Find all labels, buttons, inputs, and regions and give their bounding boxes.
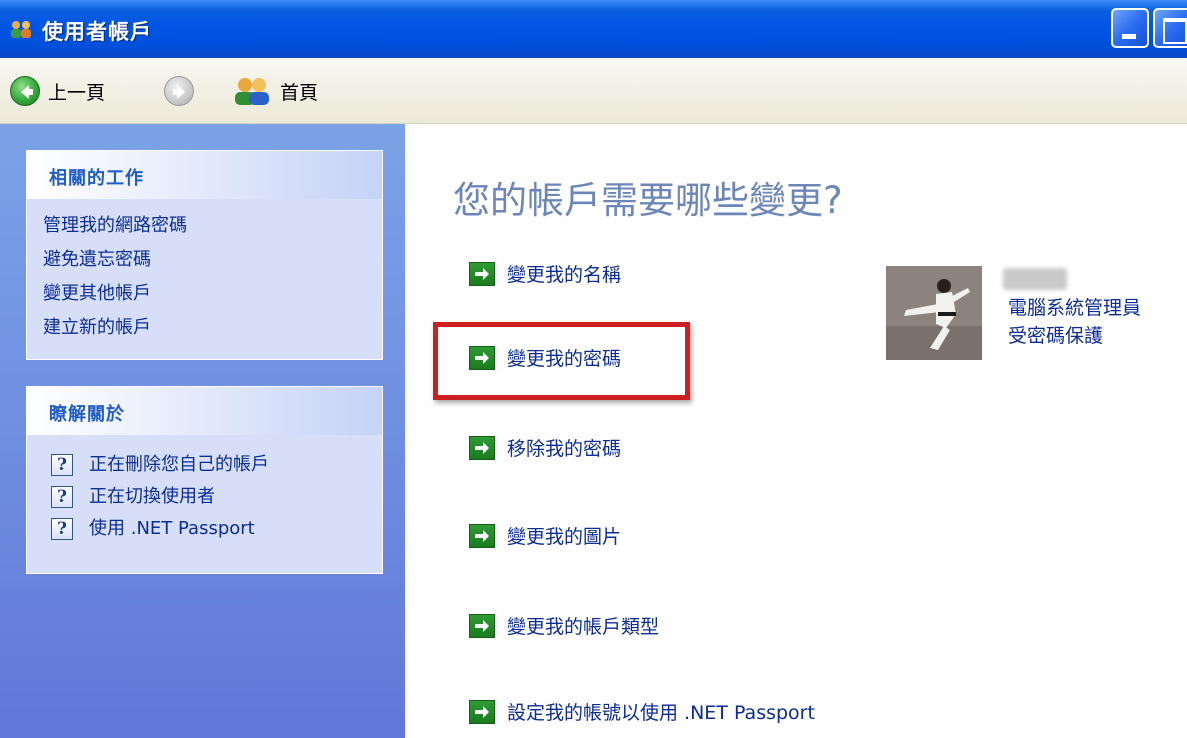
action-label: 移除我的密碼 — [507, 438, 622, 460]
task-pane: 相關的工作 管理我的網路密碼 避免遺忘密碼 變更其他帳戶 建立新的帳戶 瞭解關於… — [0, 124, 405, 738]
title-bar: 使用者帳戶 — [0, 0, 1187, 58]
task-manage-network-passwords[interactable]: 管理我的網路密碼 — [43, 209, 382, 243]
learn-switching-users[interactable]: ? 正在切換使用者 — [43, 481, 382, 513]
green-arrow-icon — [469, 613, 495, 638]
toolbar: 上一頁 首頁 — [0, 58, 1187, 124]
forward-arrow-icon — [164, 76, 194, 106]
account-name-redacted — [1003, 268, 1067, 290]
help-icon: ? — [51, 518, 73, 540]
account-role: 電腦系統管理員 — [1008, 297, 1142, 319]
maximize-button[interactable] — [1153, 8, 1187, 48]
action-change-picture[interactable]: 變更我的圖片 — [469, 522, 621, 549]
green-arrow-icon — [469, 261, 495, 286]
help-icon: ? — [51, 454, 73, 476]
learn-about-title: 瞭解關於 — [27, 387, 382, 435]
task-prevent-forgotten-password[interactable]: 避免遺忘密碼 — [43, 243, 382, 277]
action-setup-net-passport[interactable]: 設定我的帳號以使用 .NET Passport — [469, 698, 815, 725]
green-arrow-icon — [469, 435, 495, 460]
action-label: 設定我的帳號以使用 .NET Passport — [507, 702, 815, 724]
page-title: 您的帳戶需要哪些變更? — [453, 179, 843, 222]
users-home-icon — [235, 78, 269, 105]
forward-button[interactable] — [164, 76, 194, 106]
back-arrow-icon — [10, 76, 40, 106]
karate-picture-icon — [886, 266, 982, 360]
action-change-name[interactable]: 變更我的名稱 — [469, 260, 621, 287]
green-arrow-icon — [469, 699, 495, 724]
account-status: 受密碼保護 — [1008, 325, 1104, 347]
minimize-button[interactable] — [1111, 8, 1149, 48]
green-arrow-icon — [469, 523, 495, 548]
related-tasks-box: 相關的工作 管理我的網路密碼 避免遺忘密碼 變更其他帳戶 建立新的帳戶 — [26, 150, 383, 360]
learn-item-label: 正在切換使用者 — [89, 486, 215, 507]
learn-item-label: 正在刪除您自己的帳戶 — [89, 454, 269, 475]
home-label: 首頁 — [280, 81, 319, 104]
help-icon: ? — [51, 486, 73, 508]
related-tasks-title: 相關的工作 — [27, 151, 382, 199]
user-accounts-icon — [11, 21, 31, 38]
learn-item-label: 使用 .NET Passport — [89, 518, 255, 539]
avatar[interactable] — [886, 266, 982, 360]
window-title: 使用者帳戶 — [42, 20, 152, 44]
back-button[interactable]: 上一頁 — [10, 76, 105, 106]
action-label: 變更我的圖片 — [507, 526, 622, 548]
learn-about-box: 瞭解關於 ? 正在刪除您自己的帳戶 ? 正在切換使用者 ? 使用 .NET Pa… — [26, 386, 383, 574]
action-remove-password[interactable]: 移除我的密碼 — [469, 434, 621, 461]
task-change-other-account[interactable]: 變更其他帳戶 — [43, 277, 382, 311]
action-label: 變更我的帳戶類型 — [507, 616, 660, 638]
learn-using-net-passport[interactable]: ? 使用 .NET Passport — [43, 513, 382, 545]
action-change-account-type[interactable]: 變更我的帳戶類型 — [469, 612, 659, 639]
home-button[interactable]: 首頁 — [232, 76, 318, 106]
back-label: 上一頁 — [48, 81, 106, 104]
task-create-new-account[interactable]: 建立新的帳戶 — [43, 311, 382, 345]
highlight-box — [433, 322, 690, 400]
learn-deleting-own-account[interactable]: ? 正在刪除您自己的帳戶 — [43, 449, 382, 481]
action-label: 變更我的名稱 — [507, 264, 622, 286]
